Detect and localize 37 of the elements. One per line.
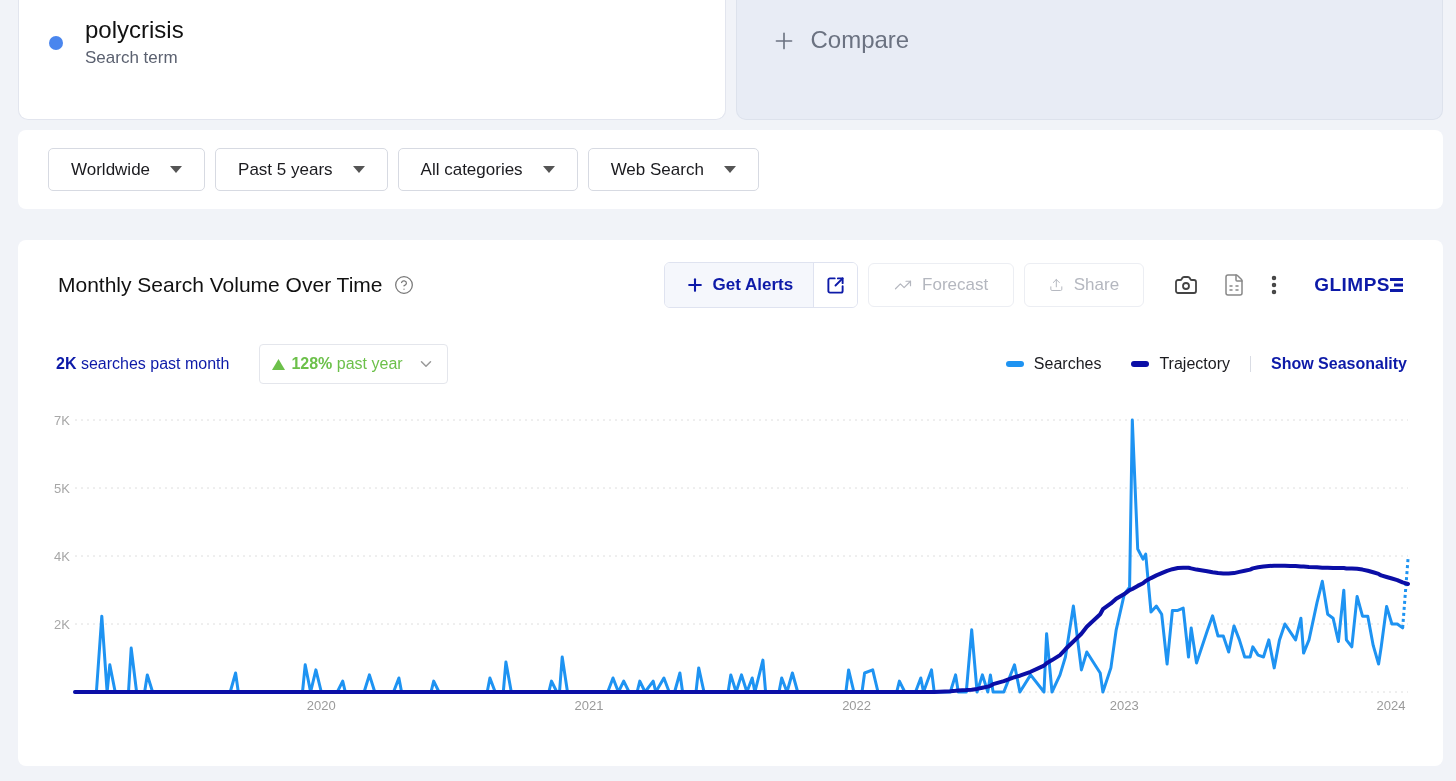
logo-mark-icon	[1390, 278, 1403, 292]
x-axis-label: 2021	[574, 698, 604, 713]
show-seasonality-link[interactable]: Show Seasonality	[1270, 355, 1407, 373]
y-axis-label: 4K	[54, 549, 70, 564]
x-axis-label: 2020	[306, 698, 336, 713]
compare-label[interactable]: Compare	[810, 26, 910, 54]
up-triangle-icon	[272, 358, 286, 370]
external-link-icon	[826, 275, 846, 295]
y-axis-label: 5K	[54, 481, 70, 496]
filter-dropdown[interactable]: Web Search	[587, 148, 759, 191]
compare-card[interactable]: Compare	[735, 0, 1443, 120]
legend-label: Trajectory	[1159, 355, 1230, 373]
search-term: polycrisis	[85, 16, 184, 44]
get-alerts-button[interactable]: Get Alerts	[664, 263, 814, 307]
filter-dropdown[interactable]: Worldwide	[48, 148, 206, 191]
search-term-subtitle: Search term	[85, 48, 179, 68]
caret-icon	[170, 166, 183, 173]
upload-icon	[1049, 276, 1064, 294]
brand-logo-text: GLIMPS	[1314, 274, 1390, 296]
x-axis-label: 2024	[1376, 698, 1406, 713]
external-link-button[interactable]	[813, 263, 858, 307]
filter-dropdown[interactable]: Past 5 years	[215, 148, 388, 191]
x-axis-label: 2023	[1109, 698, 1139, 713]
y-axis-label: 7K	[54, 413, 70, 428]
y-axis-label: 2K	[54, 617, 70, 632]
camera-icon[interactable]	[1174, 273, 1199, 297]
caret-icon	[542, 166, 555, 173]
legend-label: Searches	[1033, 355, 1102, 373]
searches-past-month: 2K searches past month	[56, 355, 230, 373]
filter-dropdown[interactable]: All categories	[397, 148, 578, 191]
chart-title: Monthly Search Volume Over Time	[58, 273, 383, 297]
caret-icon	[352, 166, 365, 173]
x-axis-label: 2022	[842, 698, 872, 713]
help-icon[interactable]	[394, 275, 415, 295]
growth-text: 128% past year	[291, 355, 403, 373]
caret-icon	[723, 166, 736, 173]
projection-line	[1401, 559, 1410, 628]
